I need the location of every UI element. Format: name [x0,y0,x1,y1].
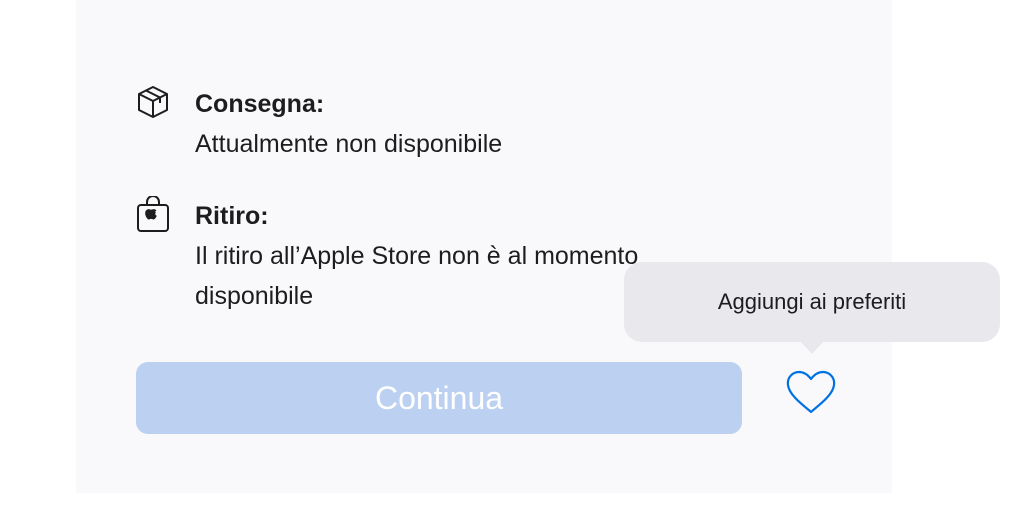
box-icon [135,84,171,120]
add-to-favorites-button[interactable] [784,370,838,418]
delivery-title: Consegna: [195,90,325,118]
delivery-row: Consegna: Attualmente non disponibile [135,84,502,164]
continue-button[interactable]: Continua [136,362,742,434]
delivery-text: Consegna: Attualmente non disponibile [195,84,502,164]
tooltip-arrow [799,340,825,354]
pickup-title: Ritiro: [195,202,269,230]
heart-icon [785,369,837,420]
favorite-tooltip: Aggiungi ai preferiti [624,262,1000,342]
delivery-status: Attualmente non disponibile [195,130,503,158]
shopping-bag-apple-icon [135,196,171,232]
